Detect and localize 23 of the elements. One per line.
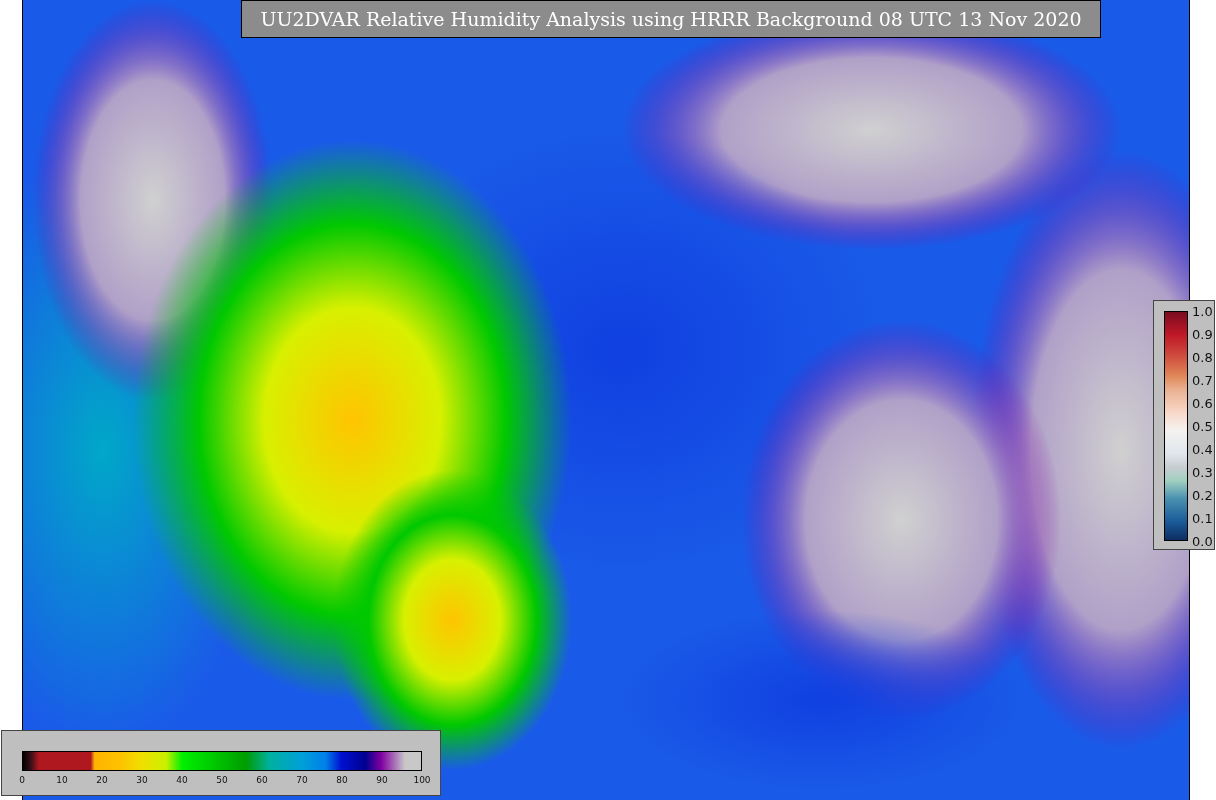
scale-tick-label: 70 <box>296 775 308 785</box>
scale-tick-label: 10 <box>56 775 68 785</box>
scale-tick-label: 60 <box>256 775 268 785</box>
scale-tick-label: 40 <box>176 775 188 785</box>
scale-tick-label: 0.5 <box>1192 418 1213 434</box>
scale-tick-label: 20 <box>96 775 108 785</box>
scale-tick-label: 0.8 <box>1192 349 1213 365</box>
scale-tick-label: 0.2 <box>1192 487 1213 503</box>
scale-tick-label: 80 <box>336 775 348 785</box>
scale-tick-label: 0.7 <box>1192 372 1213 388</box>
scale-tick-label: 0.0 <box>1192 533 1213 549</box>
map-title: UU2DVAR Relative Humidity Analysis using HRRR Background 08 UTC 13 Nov 2020 <box>241 0 1101 38</box>
scale-tick-label: 0.6 <box>1192 395 1213 411</box>
scale-tick-label: 0.9 <box>1192 326 1213 342</box>
scale-tick-label: 50 <box>216 775 228 785</box>
scale-tick-label: 0.1 <box>1192 510 1213 526</box>
scale-tick-label: 90 <box>376 775 388 785</box>
scale-tick-label: 0.4 <box>1192 441 1213 457</box>
scale-tick-label: 0.3 <box>1192 464 1213 480</box>
scale-tick-label: 0 <box>19 775 25 785</box>
scale-tick-label: 1.0 <box>1192 303 1213 319</box>
scale-tick-label: 30 <box>136 775 148 785</box>
scale-tick-label: 100 <box>413 775 431 785</box>
